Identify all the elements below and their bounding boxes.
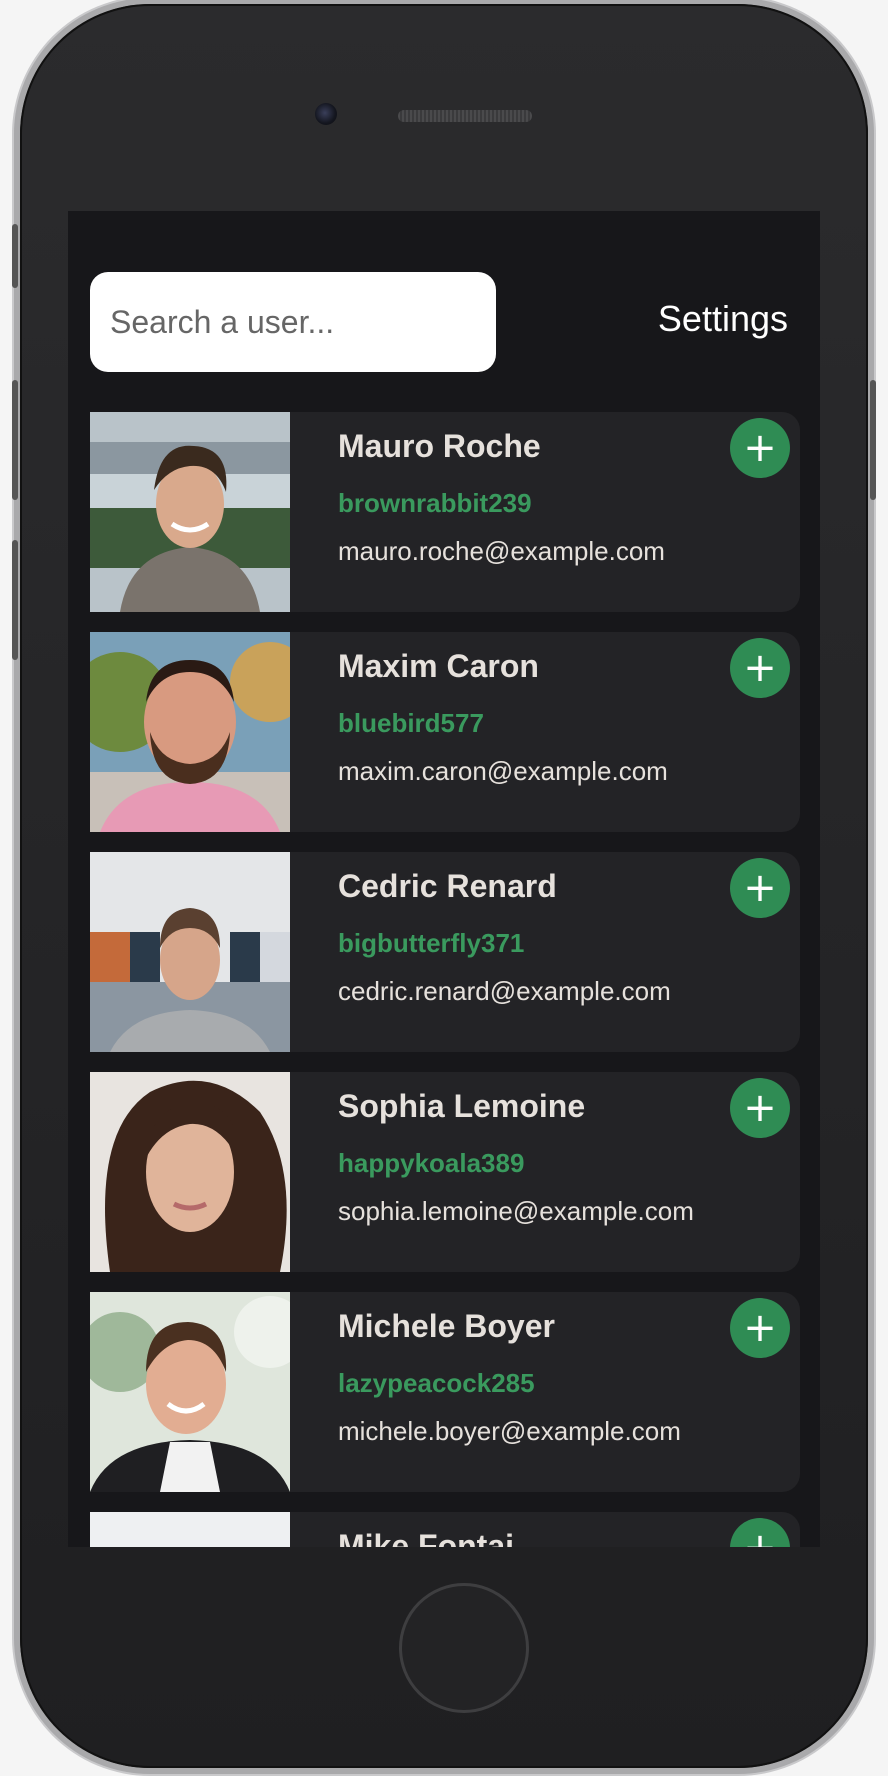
volume-down-button: [12, 540, 18, 660]
user-avatar: [90, 1512, 290, 1547]
user-avatar: [90, 1292, 290, 1492]
plus-icon: +: [743, 645, 777, 691]
add-user-button[interactable]: +: [730, 418, 790, 478]
user-name: Michele Boyer: [338, 1308, 555, 1344]
app-screen: Settings Mauro Roche brownrabbit239 maur…: [68, 211, 820, 1547]
user-username: bluebird577: [338, 708, 484, 738]
user-card[interactable]: Cedric Renard bigbutterfly371 cedric.ren…: [90, 852, 800, 1052]
settings-link[interactable]: Settings: [658, 298, 788, 340]
user-email: maxim.caron@example.com: [338, 756, 668, 786]
mute-switch: [12, 224, 18, 288]
front-camera: [315, 103, 337, 125]
add-user-button[interactable]: +: [730, 858, 790, 918]
user-email: mauro.roche@example.com: [338, 536, 665, 566]
top-bar: Settings: [90, 272, 798, 372]
plus-icon: +: [743, 1305, 777, 1351]
user-name: Sophia Lemoine: [338, 1088, 586, 1124]
user-avatar: [90, 412, 290, 612]
search-input[interactable]: [90, 272, 496, 372]
user-email: cedric.renard@example.com: [338, 976, 671, 1006]
user-name: Mauro Roche: [338, 428, 541, 464]
user-username: lazypeacock285: [338, 1368, 535, 1398]
user-card[interactable]: Maxim Caron bluebird577 maxim.caron@exam…: [90, 632, 800, 832]
plus-icon: +: [743, 865, 777, 911]
plus-icon: +: [743, 1085, 777, 1131]
user-card[interactable]: Michele Boyer lazypeacock285 michele.boy…: [90, 1292, 800, 1492]
user-username: bigbutterfly371: [338, 928, 525, 958]
add-user-button[interactable]: +: [730, 1518, 790, 1547]
earpiece-speaker: [398, 110, 532, 122]
add-user-button[interactable]: +: [730, 638, 790, 698]
user-card[interactable]: Mike Fontai +: [90, 1512, 800, 1547]
user-name: Mike Fontai: [338, 1528, 515, 1547]
home-button[interactable]: [399, 1583, 529, 1713]
add-user-button[interactable]: +: [730, 1298, 790, 1358]
add-user-button[interactable]: +: [730, 1078, 790, 1138]
volume-up-button: [12, 380, 18, 500]
user-username: happykoala389: [338, 1148, 525, 1178]
user-username: brownrabbit239: [338, 488, 532, 518]
user-avatar: [90, 632, 290, 832]
user-card[interactable]: Mauro Roche brownrabbit239 mauro.roche@e…: [90, 412, 800, 612]
user-card[interactable]: Sophia Lemoine happykoala389 sophia.lemo…: [90, 1072, 800, 1272]
user-avatar: [90, 852, 290, 1052]
user-name: Cedric Renard: [338, 868, 557, 904]
power-button: [870, 380, 876, 500]
user-name: Maxim Caron: [338, 648, 539, 684]
user-list: Mauro Roche brownrabbit239 mauro.roche@e…: [90, 412, 800, 1547]
plus-icon: +: [743, 1525, 777, 1547]
user-email: michele.boyer@example.com: [338, 1416, 681, 1446]
user-avatar: [90, 1072, 290, 1272]
plus-icon: +: [743, 425, 777, 471]
user-email: sophia.lemoine@example.com: [338, 1196, 694, 1226]
